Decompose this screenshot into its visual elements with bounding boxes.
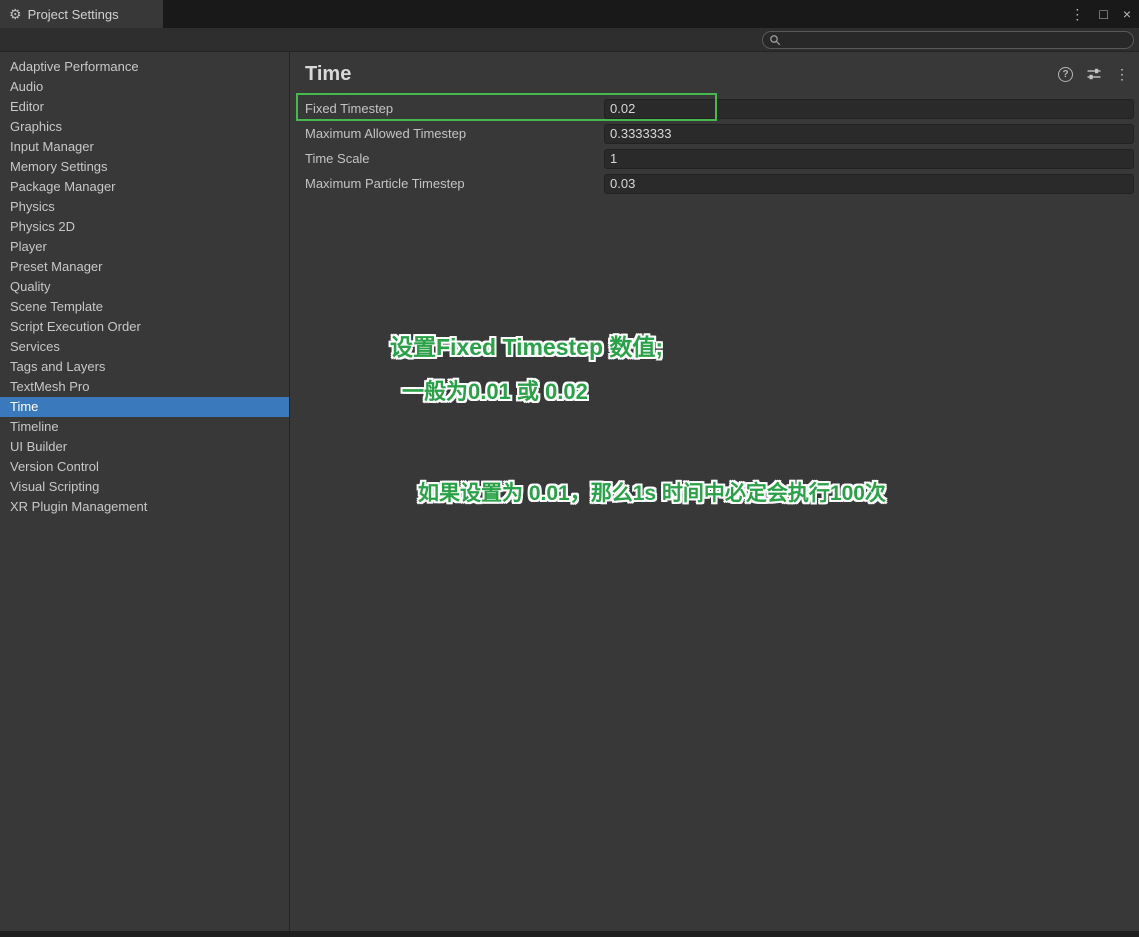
sidebar-item-timeline[interactable]: Timeline [0, 417, 289, 437]
fixed-timestep-input[interactable] [604, 98, 1134, 119]
window-body: Adaptive Performance Audio Editor Graphi… [0, 52, 1139, 931]
panel-header-icons: ? ⋮ [1058, 66, 1129, 82]
panel-header: Time ? ⋮ [290, 52, 1139, 96]
time-scale-label: Time Scale [305, 151, 370, 166]
setting-row-maximum-particle-timestep: Maximum Particle Timestep [290, 171, 1134, 196]
sidebar-item-time[interactable]: Time [0, 397, 289, 417]
sidebar-item-adaptive-performance[interactable]: Adaptive Performance [0, 57, 289, 77]
sidebar-item-package-manager[interactable]: Package Manager [0, 177, 289, 197]
sidebar-item-services[interactable]: Services [0, 337, 289, 357]
sidebar-item-version-control[interactable]: Version Control [0, 457, 289, 477]
window-controls: ⋮ □ × [1070, 0, 1131, 28]
sidebar-item-quality[interactable]: Quality [0, 277, 289, 297]
window-bottom-edge [0, 931, 1139, 937]
search-box[interactable] [762, 30, 1134, 49]
fixed-timestep-label: Fixed Timestep [305, 101, 394, 116]
time-settings-panel: Time ? ⋮ Fixed Timestep 0.02 Maximum All… [290, 52, 1139, 931]
setting-row-maximum-allowed-timestep: Maximum Allowed Timestep [290, 121, 1134, 146]
tab-project-settings[interactable]: ⚙ Project Settings [0, 0, 163, 28]
more-options-icon[interactable]: ⋮ [1115, 67, 1129, 81]
sidebar-item-scene-template[interactable]: Scene Template [0, 297, 289, 317]
maximum-particle-timestep-input[interactable] [604, 173, 1134, 194]
sidebar-item-xr-plugin-management[interactable]: XR Plugin Management [0, 497, 289, 517]
titlebar: ⚙ Project Settings ⋮ □ × [0, 0, 1139, 28]
sidebar-item-player[interactable]: Player [0, 237, 289, 257]
sidebar-item-script-execution-order[interactable]: Script Execution Order [0, 317, 289, 337]
close-icon[interactable]: × [1123, 7, 1131, 21]
sidebar-item-tags-and-layers[interactable]: Tags and Layers [0, 357, 289, 377]
help-icon[interactable]: ? [1058, 66, 1073, 82]
settings-sidebar: Adaptive Performance Audio Editor Graphi… [0, 52, 290, 931]
annotation-line-2: 一般为0.01 或 0.02 [402, 379, 588, 404]
search-icon [770, 34, 781, 45]
time-scale-input[interactable] [604, 148, 1134, 169]
annotation-line-1: 设置Fixed Timestep 数值; [390, 334, 664, 360]
presets-icon[interactable] [1086, 66, 1102, 82]
maximize-icon[interactable]: □ [1099, 7, 1107, 21]
annotation-line-3: 如果设置为 0.01，那么1s 时间中必定会执行100次 [418, 482, 886, 505]
maximum-particle-timestep-label: Maximum Particle Timestep [305, 176, 465, 191]
maximum-allowed-timestep-label: Maximum Allowed Timestep [305, 126, 467, 141]
sidebar-item-textmesh-pro[interactable]: TextMesh Pro [0, 377, 289, 397]
sidebar-item-graphics[interactable]: Graphics [0, 117, 289, 137]
sidebar-item-physics[interactable]: Physics [0, 197, 289, 217]
toolbar [0, 28, 1139, 52]
sidebar-item-preset-manager[interactable]: Preset Manager [0, 257, 289, 277]
window-title: Project Settings [27, 6, 119, 22]
sidebar-item-input-manager[interactable]: Input Manager [0, 137, 289, 157]
gear-icon: ⚙ [9, 6, 22, 22]
window-menu-icon[interactable]: ⋮ [1070, 7, 1084, 21]
project-settings-window: ⚙ Project Settings ⋮ □ × Adaptive Perfor… [0, 0, 1139, 937]
sidebar-item-editor[interactable]: Editor [0, 97, 289, 117]
setting-row-fixed-timestep: Fixed Timestep [290, 96, 1134, 121]
search-input[interactable] [786, 32, 1127, 47]
sidebar-item-ui-builder[interactable]: UI Builder [0, 437, 289, 457]
settings-rows: Fixed Timestep Maximum Allowed Timestep … [290, 96, 1139, 196]
page-title: Time [305, 62, 352, 85]
setting-row-time-scale: Time Scale [290, 146, 1134, 171]
maximum-allowed-timestep-input[interactable] [604, 123, 1134, 144]
sidebar-item-memory-settings[interactable]: Memory Settings [0, 157, 289, 177]
sidebar-item-visual-scripting[interactable]: Visual Scripting [0, 477, 289, 497]
sidebar-item-audio[interactable]: Audio [0, 77, 289, 97]
sidebar-item-physics-2d[interactable]: Physics 2D [0, 217, 289, 237]
